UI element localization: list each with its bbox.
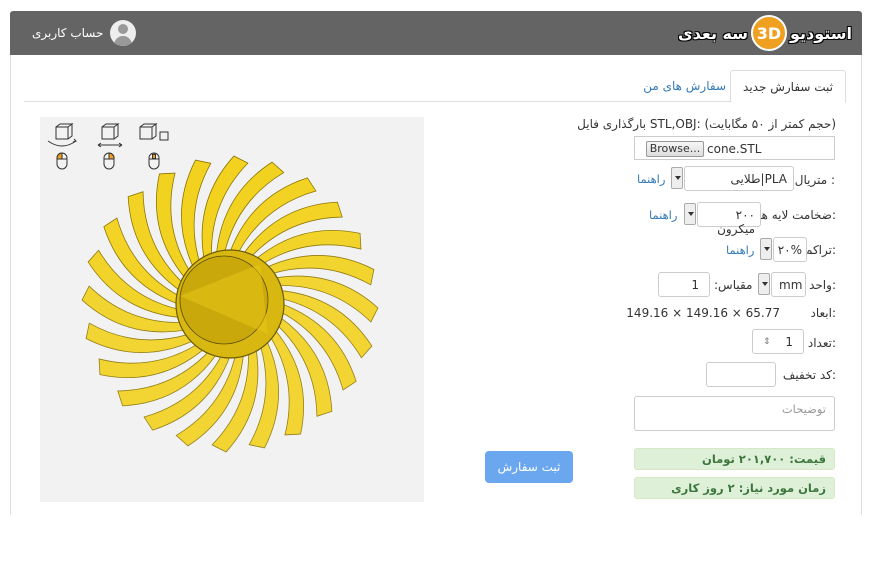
scale-value: 1 bbox=[691, 278, 699, 292]
price-alert: قیمت: ۲۰۱,۷۰۰ تومان bbox=[634, 448, 835, 470]
zoom-hint-icon bbox=[139, 123, 169, 170]
unit-select[interactable]: mm bbox=[771, 272, 806, 297]
top-navbar: استودیو 3D سه بعدی حساب کاربری bbox=[10, 11, 862, 55]
material-label: متریال : bbox=[794, 173, 835, 187]
avatar-icon bbox=[110, 20, 137, 46]
turbine-3d-model bbox=[81, 155, 379, 453]
layer-thickness-value: ۲۰۰ میکرون bbox=[717, 208, 755, 236]
density-value: ۲۰% bbox=[777, 243, 802, 257]
density-select[interactable]: ۲۰% bbox=[773, 237, 807, 262]
brand-subtext: سه بعدی bbox=[678, 23, 748, 43]
pan-hint-icon bbox=[97, 123, 123, 170]
brand-text: استودیو bbox=[789, 23, 852, 43]
time-alert: زمان مورد نیاز: ۲ روز کاری bbox=[634, 477, 835, 499]
browse-button[interactable]: Browse... bbox=[646, 141, 704, 157]
scale-input[interactable]: 1 bbox=[658, 272, 710, 297]
dimensions-label: ابعاد: bbox=[810, 306, 836, 320]
density-dropdown-icon[interactable] bbox=[760, 238, 772, 260]
tab-new-order[interactable]: ثبت سفارش جدید bbox=[730, 70, 846, 103]
file-upload-input[interactable]: Browse... cone.STL bbox=[634, 136, 835, 160]
upload-label: بارگذاری فایل STL,OBJ: (حجم کمتر از ۵۰ م… bbox=[577, 117, 836, 131]
unit-value: mm bbox=[779, 278, 803, 292]
user-account-menu[interactable]: حساب کاربری bbox=[32, 20, 137, 46]
layer-dropdown-icon[interactable] bbox=[684, 203, 696, 225]
scale-label: مقیاس: bbox=[714, 278, 753, 292]
layer-help-link[interactable]: راهنما bbox=[649, 208, 677, 222]
material-value: PLA|طلایی bbox=[730, 172, 787, 186]
notes-textarea[interactable]: توضیحات bbox=[634, 396, 835, 431]
dimensions-value: 149.16 × 149.16 × 65.77 bbox=[626, 306, 780, 320]
model-viewer[interactable] bbox=[40, 117, 424, 502]
tab-bar: ثبت سفارش جدید سفارش های من bbox=[24, 70, 846, 103]
rotate-hint-icon bbox=[47, 123, 77, 170]
material-help-link[interactable]: راهنما bbox=[637, 172, 665, 186]
account-label: حساب کاربری bbox=[32, 26, 104, 40]
quantity-label: تعداد: bbox=[807, 336, 836, 350]
brand-logo[interactable]: استودیو 3D سه بعدی bbox=[678, 15, 852, 51]
discount-code-input[interactable] bbox=[706, 362, 776, 387]
material-dropdown-icon[interactable] bbox=[671, 167, 683, 189]
unit-dropdown-icon[interactable] bbox=[758, 273, 770, 295]
quantity-value: 1 bbox=[785, 335, 793, 349]
selected-file-name: cone.STL bbox=[707, 142, 762, 156]
submit-order-button[interactable]: ثبت سفارش bbox=[485, 451, 573, 483]
stepper-arrows-icon[interactable]: ⇕ bbox=[763, 337, 771, 347]
notes-placeholder: توضیحات bbox=[781, 402, 826, 416]
material-select[interactable]: PLA|طلایی bbox=[684, 166, 794, 191]
layer-thickness-label: ضخامت لایه ها: bbox=[757, 208, 836, 222]
discount-label: کد تخفیف: bbox=[782, 368, 836, 382]
quantity-stepper[interactable]: ⇕ 1 bbox=[752, 329, 804, 354]
unit-label: واحد: bbox=[809, 278, 836, 292]
density-label: تراکم: bbox=[804, 243, 836, 257]
tab-my-orders[interactable]: سفارش های من bbox=[631, 70, 738, 102]
brand-3d-badge: 3D bbox=[750, 15, 787, 51]
density-help-link[interactable]: راهنما bbox=[726, 243, 754, 257]
layer-thickness-select[interactable]: ۲۰۰ میکرون bbox=[697, 202, 761, 236]
